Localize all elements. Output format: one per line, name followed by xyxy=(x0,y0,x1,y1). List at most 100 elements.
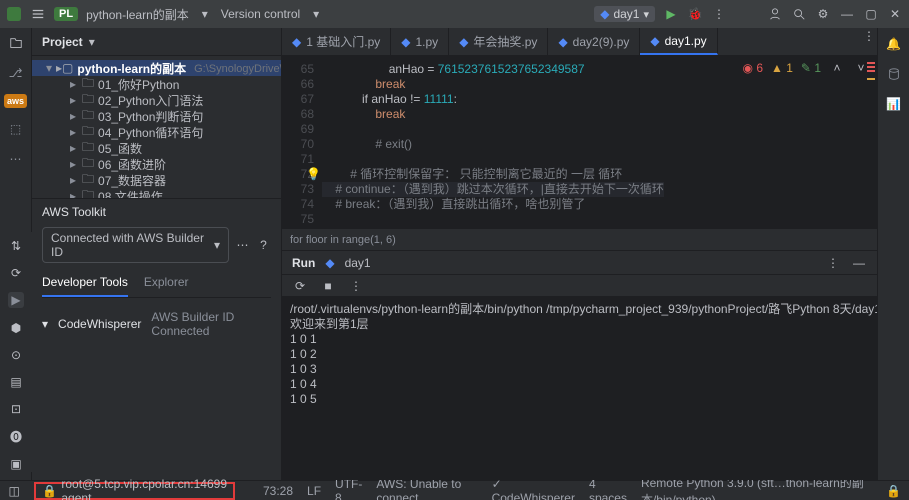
structure-tool-icon[interactable]: ▤ xyxy=(8,375,24,390)
more-tools-icon[interactable]: ⋯ xyxy=(7,150,25,168)
up-icon[interactable]: ˄ xyxy=(829,60,845,76)
output-line: 1 0 3 xyxy=(290,362,869,377)
more-icon[interactable]: ⋮ xyxy=(348,278,364,294)
python-file-icon: ◆ xyxy=(650,34,659,48)
database-icon[interactable] xyxy=(886,66,902,82)
codewhisperer-label: CodeWhisperer xyxy=(58,317,141,331)
editor-tab[interactable]: ◆day1.py xyxy=(640,28,717,55)
close-icon[interactable]: ✕ xyxy=(887,6,903,22)
tree-folder[interactable]: ▸🗀 07_数据容器 xyxy=(32,172,281,188)
editor-tab[interactable]: ◆1.py xyxy=(391,28,449,55)
rerun-icon[interactable]: ⟳ xyxy=(292,278,308,294)
warning-count[interactable]: ▲ 1 xyxy=(771,61,793,75)
tab-developer-tools[interactable]: Developer Tools xyxy=(42,271,128,297)
tree-folder[interactable]: ▸🗀 01_你好Python xyxy=(32,76,281,92)
version-control[interactable]: Version control xyxy=(221,7,300,21)
python-file-icon: ◆ xyxy=(558,35,567,49)
more-icon[interactable]: ⋮ xyxy=(825,255,841,271)
tree-folder[interactable]: ▸🗀 05_函数 xyxy=(32,140,281,156)
search-icon[interactable] xyxy=(791,6,807,22)
help-icon[interactable]: ? xyxy=(256,237,271,253)
tree-folder[interactable]: ▸🗀 04_Python循环语句 xyxy=(32,124,281,140)
project-chip[interactable]: PL xyxy=(54,7,78,21)
line-sep[interactable]: LF xyxy=(307,484,321,498)
code-line[interactable]: # continue：（遇到我）跳过本次循环，|直接去开始下一次循环 xyxy=(322,182,664,197)
aws-toolkit-title: AWS Toolkit xyxy=(42,205,271,219)
minimize-panel-icon[interactable]: — xyxy=(851,255,867,271)
run-panel-title: Run xyxy=(292,256,315,270)
maximize-icon[interactable]: ▢ xyxy=(863,6,879,22)
chevron-down-icon[interactable]: ▾ xyxy=(42,317,48,331)
hamburger-icon[interactable] xyxy=(30,6,46,22)
structure-icon[interactable]: ⬚ xyxy=(7,120,25,138)
tree-folder[interactable]: ▸🗀 08 文件操作 xyxy=(32,188,281,198)
more-icon[interactable]: ⋯ xyxy=(235,237,250,253)
output-line: 1 0 5 xyxy=(290,392,869,407)
aws-status[interactable]: AWS: Unable to connect xyxy=(376,477,477,500)
breadcrumb[interactable]: for floor in range(1, 6) xyxy=(282,228,877,250)
code-line[interactable] xyxy=(322,152,664,167)
run-config-selector[interactable]: ◆day1 ▾ xyxy=(594,6,655,22)
project-tool-icon[interactable] xyxy=(7,34,25,52)
output-line: /root/.virtualenvs/python-learn的副本/bin/p… xyxy=(290,302,869,317)
code-line[interactable]: break xyxy=(322,107,664,122)
cw-status[interactable]: ✓ CodeWhisperer xyxy=(492,477,575,500)
chevron-down-icon[interactable]: ▾ xyxy=(308,6,324,22)
commit-tool-icon[interactable]: ⎇ xyxy=(7,64,25,82)
python-file-icon: ◆ xyxy=(292,35,301,49)
chevron-down-icon[interactable]: ▾ xyxy=(197,6,213,22)
debug-icon[interactable]: 🐞 xyxy=(687,6,703,22)
code-line[interactable] xyxy=(322,212,664,227)
notifications-icon[interactable]: 🔔 xyxy=(886,36,902,52)
code-line[interactable]: anHao = 7615237615237652349587 xyxy=(322,62,664,77)
tree-folder[interactable]: ▸🗀 03_Python判断语句 xyxy=(32,108,281,124)
error-stripe[interactable] xyxy=(867,62,875,82)
code-line[interactable]: 💡 # 循环控制保留字： 只能控制离它最近的 一层 循环 xyxy=(322,167,664,182)
sciview-icon[interactable]: 📊 xyxy=(886,96,902,112)
code-line[interactable]: break xyxy=(322,77,664,92)
typo-count[interactable]: ✎ 1 xyxy=(801,61,821,75)
code-line[interactable]: # break：（遇到我）直接跳出循环，啥也别管了 xyxy=(322,197,664,212)
more-icon[interactable]: ⋮ xyxy=(711,6,727,22)
code-line[interactable] xyxy=(322,122,664,137)
pull-icon[interactable]: ⟳ xyxy=(8,265,24,280)
run-icon[interactable]: ▶ xyxy=(663,6,679,22)
project-name[interactable]: python-learn的副本 xyxy=(86,6,189,23)
editor-tab[interactable]: ◆1 基础入门.py xyxy=(282,28,391,55)
editor-tab[interactable]: ◆年会抽奖.py xyxy=(449,28,548,55)
tree-folder[interactable]: ▸🗀 02_Python入门语法 xyxy=(32,92,281,108)
stop-icon[interactable]: ■ xyxy=(320,278,336,294)
tab-more-icon[interactable]: ⋮ xyxy=(861,28,877,44)
terminal-icon[interactable]: ▣ xyxy=(8,457,24,472)
cw-status: AWS Builder ID Connected xyxy=(151,310,271,338)
gear-icon[interactable]: ⚙ xyxy=(815,6,831,22)
encoding[interactable]: UTF-8 xyxy=(335,477,362,500)
error-count[interactable]: ◉ 6 xyxy=(743,61,764,75)
aws-tool-icon[interactable]: aws xyxy=(4,94,27,108)
editor-tab[interactable]: ◆day2(9).py xyxy=(548,28,640,55)
tree-folder[interactable]: ▸🗀 06_函数进阶 xyxy=(32,156,281,172)
indent[interactable]: 4 spaces xyxy=(589,477,627,500)
lock-icon[interactable]: 🔒 xyxy=(886,483,901,499)
minimize-icon[interactable]: — xyxy=(839,6,855,22)
caret-pos[interactable]: 73:28 xyxy=(263,484,293,498)
code-line[interactable]: # exit() xyxy=(322,137,664,152)
output-line: 1 0 4 xyxy=(290,377,869,392)
user-icon[interactable] xyxy=(767,6,783,22)
tool-window-icon[interactable]: ◫ xyxy=(8,483,20,499)
tab-explorer[interactable]: Explorer xyxy=(144,271,189,297)
app-icon xyxy=(6,6,22,22)
python-file-icon: ◆ xyxy=(401,35,410,49)
python-console-icon[interactable]: ⬢ xyxy=(8,320,24,335)
intention-bulb-icon[interactable]: 💡 xyxy=(306,167,321,181)
debug-tool-icon[interactable]: ⊙ xyxy=(8,347,24,362)
problems-icon[interactable]: ⓿ xyxy=(8,429,24,445)
chevron-down-icon[interactable]: ▾ xyxy=(89,35,95,49)
code-line[interactable]: if anHao != 11111: xyxy=(322,92,664,107)
output-line: 1 0 1 xyxy=(290,332,869,347)
aws-connection[interactable]: Connected with AWS Builder ID▾ xyxy=(42,227,229,263)
dswap-icon[interactable]: ⇅ xyxy=(8,238,24,253)
remote-host[interactable]: 🔒 root@5.tcp.vip.cpolar.cn:14699 agent xyxy=(34,482,235,500)
services-icon[interactable]: ⊡ xyxy=(8,402,24,417)
run-tool-icon[interactable]: ▶ xyxy=(8,292,24,308)
